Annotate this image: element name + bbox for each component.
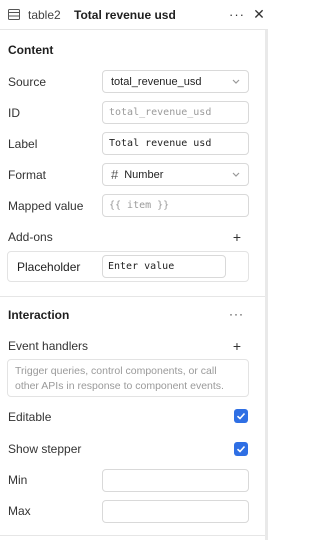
more-horizontal-icon[interactable]: ··· <box>229 307 244 321</box>
chevron-down-icon <box>231 76 241 86</box>
event-handlers-label: Event handlers <box>8 339 89 353</box>
addon-placeholder-input[interactable]: Enter value <box>102 255 226 278</box>
min-label: Min <box>8 473 28 487</box>
section-title-content: Content <box>8 43 54 57</box>
add-addon-plus-icon[interactable]: + <box>231 230 243 244</box>
chevron-down-icon <box>231 169 241 179</box>
scrollbar[interactable] <box>265 30 268 540</box>
source-label: Source <box>8 75 47 89</box>
inspector-header: table2 Total revenue usd ··· ✕ <box>0 0 268 30</box>
event-handlers-helper: Trigger queries, control components, or … <box>7 359 249 397</box>
table-icon <box>8 9 20 20</box>
addon-placeholder-label: Placeholder <box>17 260 81 274</box>
format-label: Format <box>8 168 47 182</box>
max-input[interactable] <box>102 500 249 523</box>
min-input[interactable] <box>102 469 249 492</box>
format-select[interactable]: # Number <box>102 163 249 186</box>
hash-icon: # <box>111 167 119 182</box>
section-divider <box>0 535 268 536</box>
editable-checkbox[interactable] <box>234 409 248 423</box>
column-title: Total revenue usd <box>74 8 176 22</box>
add-event-handler-plus-icon[interactable]: + <box>231 339 243 353</box>
addon-item[interactable]: Placeholder Enter value <box>7 251 249 282</box>
label-label: Label <box>8 137 38 151</box>
component-name[interactable]: table2 <box>28 8 61 22</box>
label-input[interactable]: Total revenue usd <box>102 132 249 155</box>
section-title-interaction: Interaction <box>8 308 70 322</box>
max-label: Max <box>8 504 31 518</box>
id-label: ID <box>8 106 20 120</box>
source-value: total_revenue_usd <box>111 75 202 88</box>
show-stepper-checkbox[interactable] <box>234 442 248 456</box>
close-icon[interactable]: ✕ <box>252 5 266 23</box>
show-stepper-label: Show stepper <box>8 442 82 456</box>
id-input[interactable]: total_revenue_usd <box>102 101 249 124</box>
source-select[interactable]: total_revenue_usd <box>102 70 249 93</box>
editable-label: Editable <box>8 410 52 424</box>
format-value: Number <box>124 168 164 181</box>
section-divider <box>0 296 268 297</box>
mapped-value-input[interactable]: {{ item }} <box>102 194 249 217</box>
mapped-value-label: Mapped value <box>8 199 84 213</box>
more-horizontal-icon[interactable]: ··· <box>228 5 246 23</box>
addons-label: Add-ons <box>8 230 53 244</box>
